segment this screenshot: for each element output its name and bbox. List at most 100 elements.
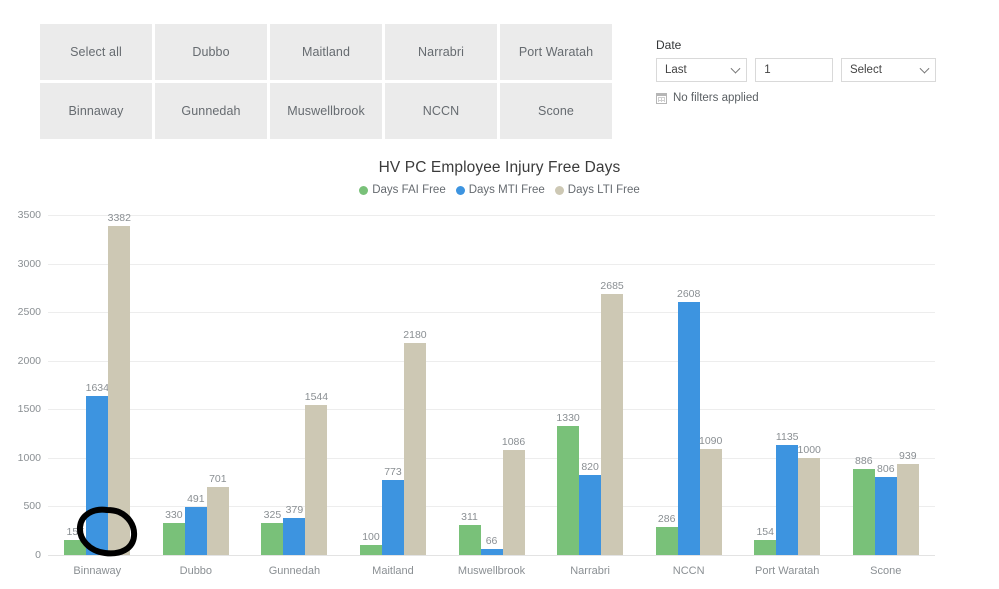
slicer-tile-scone[interactable]: Scone [500, 83, 612, 139]
slicer-tile-gunnedah[interactable]: Gunnedah [155, 83, 267, 139]
chevron-down-icon [730, 63, 741, 74]
slicer-tile-nccn[interactable]: NCCN [385, 83, 497, 139]
x-axis-tick-label: Scone [870, 565, 902, 577]
chart-grid: 3500 3000 2500 2000 1500 1000 500 0 157 1634 3382 B… [18, 209, 936, 577]
bar[interactable]: 330 [162, 509, 185, 555]
slicer-tile-binnaway[interactable]: Binnaway [40, 83, 152, 139]
bar-value-label: 3382 [107, 212, 131, 225]
chevron-down-icon [919, 63, 930, 74]
bar-value-label: 330 [165, 508, 183, 521]
y-axis-tick-label: 2500 [17, 306, 41, 319]
slicer-tile-muswellbrook[interactable]: Muswellbrook [270, 83, 382, 139]
bar-value-label: 939 [899, 449, 917, 462]
x-axis-tick-label: NCCN [672, 565, 705, 577]
bar-value-label: 2685 [600, 280, 624, 293]
date-unit-value: Select [849, 64, 882, 76]
y-axis-tick-label: 0 [35, 549, 41, 561]
slicer-tile-maitland[interactable]: Maitland [270, 24, 382, 80]
bar-group: 157 1634 3382 Binnaway [48, 212, 147, 577]
gridline [48, 555, 935, 556]
bar[interactable]: 491 [184, 493, 207, 555]
slicer-tile-port-waratah[interactable]: Port Waratah [500, 24, 612, 80]
legend-label: Days LTI Free [567, 184, 640, 196]
bar-value-label: 1634 [85, 382, 109, 395]
slicer-tile-dubbo[interactable]: Dubbo [155, 24, 267, 80]
slicer-tile-label: Select all [70, 45, 122, 59]
bar-value-label: 1544 [304, 391, 329, 404]
bar[interactable]: 886 [852, 455, 875, 555]
bar[interactable]: 1544 [305, 391, 328, 555]
bar-value-label: 1330 [556, 411, 580, 424]
bar[interactable]: 939 [896, 450, 919, 555]
bar-value-label: 886 [855, 454, 873, 467]
bar-value-label: 701 [209, 472, 227, 485]
bar[interactable]: 1135 [776, 431, 799, 555]
slicer-tile-label: NCCN [422, 104, 460, 118]
bar-groups: 157 1634 3382 Binnaway 330 491 701 Dubbo 325 379 1… [48, 212, 936, 577]
date-unit-select[interactable]: Select [840, 58, 936, 82]
bar[interactable]: 1634 [86, 382, 109, 555]
bar-value-label: 154 [756, 526, 774, 539]
filter-status: No filters applied [656, 92, 936, 104]
bar-value-label: 379 [285, 504, 304, 517]
bar-value-label: 286 [657, 513, 676, 526]
slicer-tile-label: Port Waratah [518, 45, 594, 59]
legend-item-days-fai-free[interactable]: Days FAI Free [359, 184, 446, 196]
bar[interactable]: 100 [359, 531, 382, 555]
bar[interactable]: 2685 [600, 280, 624, 555]
y-axis-tick-label: 3500 [17, 209, 41, 221]
slicer-tile-narrabri[interactable]: Narrabri [385, 24, 497, 80]
chart-plot-area: 3500 3000 2500 2000 1500 1000 500 0 157 1634 3382 B… [0, 207, 999, 589]
bar[interactable]: 325 [261, 509, 284, 555]
legend-item-days-lti-free[interactable]: Days LTI Free [554, 184, 640, 196]
bar[interactable]: 311 [458, 511, 481, 555]
bar-value-label: 157 [66, 525, 85, 538]
slicer-tile-label: Maitland [301, 45, 351, 59]
bar[interactable]: 773 [381, 466, 404, 555]
bar[interactable]: 1000 [798, 444, 821, 555]
bar-value-label: 2608 [676, 287, 701, 300]
bar-group: 330 491 701 Dubbo [147, 215, 246, 577]
bar-value-label: 820 [581, 461, 599, 474]
bar-value-label: 491 [187, 493, 205, 506]
bar[interactable]: 66 [480, 535, 503, 555]
bar[interactable]: 1090 [699, 435, 722, 555]
bar[interactable]: 1330 [556, 412, 580, 555]
date-amount-input[interactable]: 1 [755, 58, 833, 82]
bar[interactable]: 1086 [502, 436, 525, 555]
bar-value-label: 1135 [775, 430, 799, 443]
chart-legend[interactable]: Days FAI Free Days MTI Free Days LTI Free [0, 184, 999, 196]
bar[interactable]: 701 [206, 473, 229, 555]
x-axis-tick-label: Port Waratah [755, 565, 820, 577]
bar[interactable]: 820 [579, 461, 602, 555]
y-axis-tick-label: 1000 [17, 451, 41, 464]
site-slicer[interactable]: Select all Dubbo Maitland Narrabri Port Wara… [40, 24, 612, 139]
bar[interactable]: 806 [874, 463, 897, 555]
x-axis-tick-label: Narrabri [570, 565, 610, 577]
bar[interactable]: 157 [64, 526, 87, 555]
y-axis-tick-label: 500 [23, 500, 41, 513]
bar[interactable]: 379 [283, 504, 306, 555]
legend-label: Days FAI Free [372, 184, 446, 196]
slicer-tile-label: Binnaway [68, 104, 124, 118]
legend-label: Days MTI Free [468, 184, 545, 196]
x-axis-tick-label: Maitland [372, 565, 414, 577]
bar-group: 1330 820 2685 Narrabri [541, 215, 640, 577]
legend-item-days-mti-free[interactable]: Days MTI Free [455, 184, 545, 196]
date-relation-value: Last [665, 64, 687, 76]
date-amount-value: 1 [764, 64, 771, 76]
slicer-tile-label: Narrabri [418, 45, 464, 59]
bar-group: 286 2608 1090 NCCN [639, 215, 738, 577]
bar[interactable]: 286 [655, 513, 678, 555]
bar[interactable]: 154 [754, 526, 777, 555]
slicer-tile-select-all[interactable]: Select all [40, 24, 152, 80]
legend-swatch-icon [554, 185, 564, 195]
bar[interactable]: 2180 [403, 329, 427, 555]
bar-value-label: 1000 [797, 443, 821, 456]
bar[interactable]: 3382 [108, 212, 131, 555]
date-filter: Date Last 1 Select No filters applied [656, 38, 936, 104]
calendar-icon [656, 92, 667, 104]
date-relation-select[interactable]: Last [656, 58, 748, 82]
bar-group: 886 806 939 Scone [837, 215, 936, 577]
bar[interactable]: 2608 [677, 288, 700, 555]
